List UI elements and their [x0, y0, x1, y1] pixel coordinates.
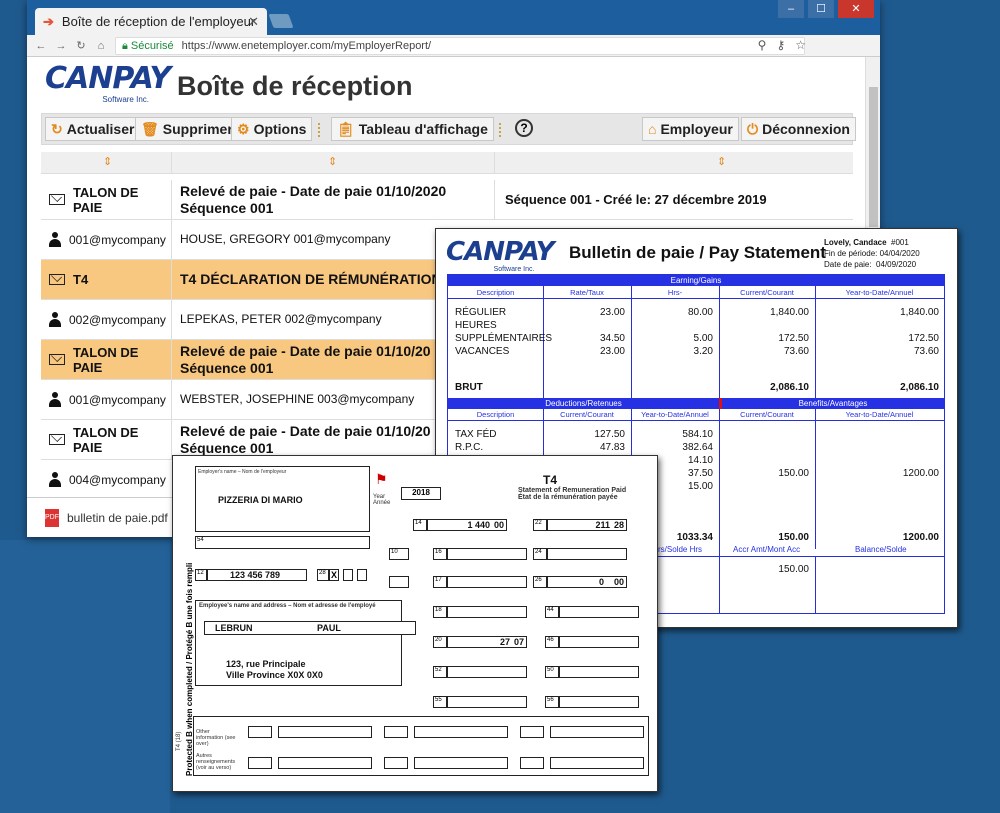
logout-button[interactable]: ⏻ Déconnexion	[741, 117, 856, 141]
benefits-header: Benefits/Avantages	[722, 398, 944, 409]
pdf-icon: PDF	[45, 508, 59, 527]
earning-desc: RÉGULIER	[455, 307, 507, 318]
employer-name-box: Employer's name – Nom de l'employeur PIZ…	[195, 466, 370, 532]
deductions-header: Deductions/Retenues	[448, 398, 719, 409]
url-bar[interactable]: 🔒︎ Sécurisé https://www.enetemployer.com…	[115, 37, 805, 55]
maximize-button[interactable]: ☐	[808, 0, 834, 18]
trash-icon: 🗑︎	[141, 120, 159, 137]
earning-desc: HEURES	[455, 320, 497, 331]
other-info-box: Other information (see over) Autres rens…	[193, 716, 649, 776]
table-row[interactable]: TALON DE PAIE Relevé de paie - Date de p…	[41, 180, 853, 220]
refresh-icon: ↻	[51, 120, 63, 137]
options-button[interactable]: ⚙ Options	[231, 117, 313, 141]
envelope-icon	[49, 274, 65, 285]
favicon-icon: ➔	[43, 13, 54, 29]
user-icon	[49, 311, 61, 328]
t4-slip: Protected B when completed / Protégé B u…	[172, 455, 658, 792]
address-toolbar: ← → ↻ ⌂ 🔒︎ Sécurisé https://www.enetempl…	[27, 35, 880, 57]
toolbar-separator	[318, 123, 322, 137]
gear-icon: ⚙	[237, 120, 250, 137]
envelope-icon	[49, 354, 65, 365]
page-title: Boîte de réception	[177, 71, 413, 101]
zoom-icon[interactable]: ⚲	[758, 38, 767, 52]
new-tab-button[interactable]	[268, 14, 294, 28]
pay-info: Lovely, Candace #001 Fin de période: 04/…	[824, 238, 920, 269]
earning-desc: SUPPLÉMENTAIRES	[455, 333, 553, 344]
background-panel	[0, 540, 170, 813]
minimize-button[interactable]: ‒	[778, 0, 804, 18]
year-box: 2018	[401, 487, 441, 500]
star-icon[interactable]: ☆	[795, 38, 806, 52]
browser-titlebar: ➔ Boîte de réception de l'employeur ✕ ‒ …	[27, 0, 880, 35]
reload-icon[interactable]: ↻	[73, 39, 89, 52]
power-icon: ⏻	[747, 120, 759, 137]
lock-icon: 🔒︎	[122, 39, 128, 52]
browser-tab[interactable]: ➔ Boîte de réception de l'employeur ✕	[35, 8, 267, 35]
toolbar-separator	[499, 123, 503, 137]
pay-title: Bulletin de paie / Pay Statement	[569, 243, 826, 262]
url-text[interactable]: https://www.enetemployer.com/myEmployerR…	[182, 40, 431, 52]
canada-flag-icon: ⚑	[375, 471, 388, 487]
table-header: ⇕ ⇕ ⇕	[41, 152, 853, 174]
tab-title: Boîte de réception de l'employeur	[61, 14, 256, 29]
sort-icon[interactable]: ⇕	[328, 155, 337, 168]
refresh-button[interactable]: ↻ Actualiser	[45, 117, 141, 141]
clipboard-icon: 📋︎	[337, 120, 355, 137]
earning-desc: VACANCES	[455, 346, 510, 357]
tab-close-icon[interactable]: ✕	[248, 14, 259, 30]
back-icon[interactable]: ←	[33, 40, 49, 52]
download-file[interactable]: bulletin de paie.pdf	[67, 511, 168, 525]
help-icon[interactable]: ?	[515, 119, 533, 137]
sort-icon[interactable]: ⇕	[717, 155, 726, 168]
earnings-header: Earning/Gains	[448, 275, 944, 286]
user-icon	[49, 471, 61, 488]
envelope-icon	[49, 194, 65, 205]
user-icon	[49, 391, 61, 408]
gross-label: BRUT	[455, 382, 483, 393]
dashboard-button[interactable]: 📋︎ Tableau d'affichage	[331, 117, 494, 141]
scroll-thumb[interactable]	[869, 87, 878, 227]
employer-button[interactable]: ⌂ Employeur	[642, 117, 739, 141]
forward-icon[interactable]: →	[53, 40, 69, 52]
canpay-logo: CANPAY Software Inc.	[45, 61, 171, 105]
envelope-icon	[49, 434, 65, 445]
user-icon	[49, 231, 61, 248]
canpay-logo: CANPAY Software Inc.	[446, 237, 555, 273]
key-icon[interactable]: ⚷	[776, 38, 785, 52]
app-toolbar: ↻ Actualiser 🗑︎ Supprimer ⚙ Options 📋︎ Table…	[41, 113, 856, 145]
home-icon[interactable]: ⌂	[93, 40, 109, 52]
house-icon: ⌂	[648, 121, 657, 137]
employee-address-box: Employee's name and address – Nom et adr…	[195, 600, 416, 686]
app-header: CANPAY Software Inc. Boîte de réception	[27, 57, 865, 110]
delete-button[interactable]: 🗑︎ Supprimer	[135, 117, 239, 141]
close-window-button[interactable]: ✕	[838, 0, 874, 18]
sort-icon[interactable]: ⇕	[103, 155, 112, 168]
secure-label: Sécurisé	[130, 40, 174, 52]
